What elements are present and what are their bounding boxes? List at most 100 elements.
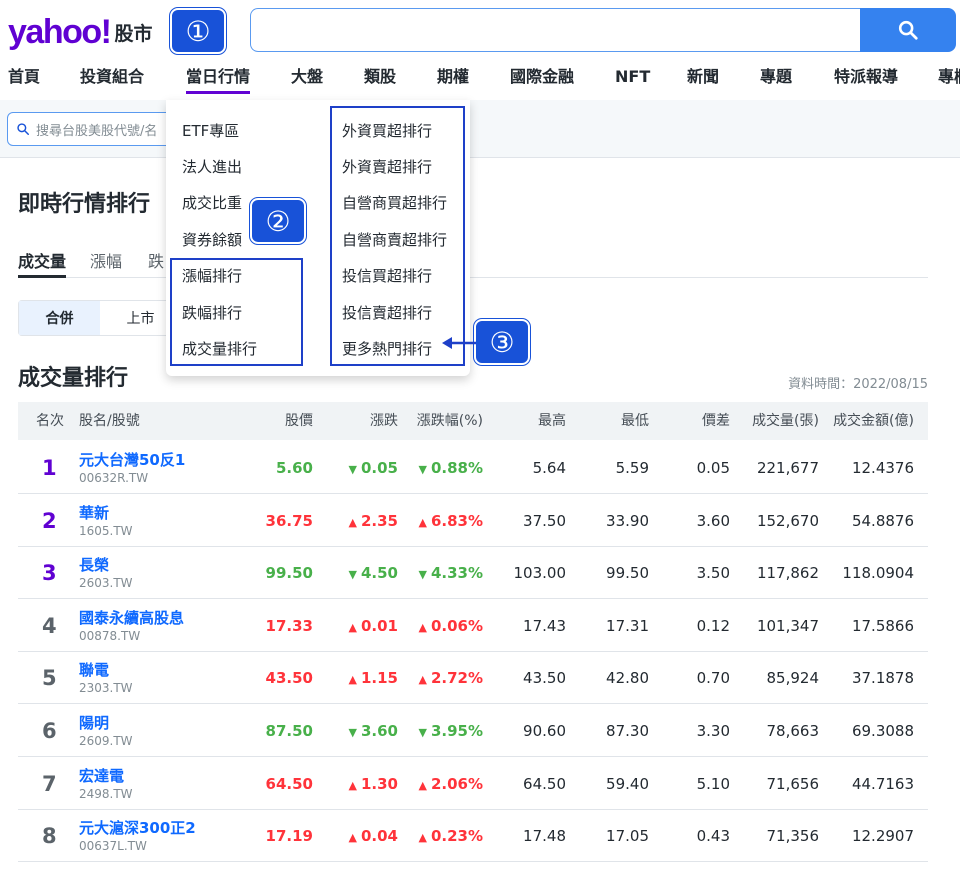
triangle-up-icon: ▲ xyxy=(348,515,357,529)
price-spread: 3.50 xyxy=(696,564,730,583)
stock-name-link[interactable]: 元大滬深300正2 xyxy=(79,817,196,838)
nav-special-reports[interactable]: 特派報導 xyxy=(834,62,898,92)
stock-name-link[interactable]: 長榮 xyxy=(79,554,109,575)
price-change-pct: ▲ 2.72% xyxy=(418,652,483,706)
nav-home[interactable]: 首頁 xyxy=(8,62,40,92)
th-name: 股名/股號 xyxy=(79,413,140,429)
nav-nft[interactable]: NFT xyxy=(615,62,650,92)
price-change: ▼ 3.60 xyxy=(349,705,398,759)
price-spread: 5.10 xyxy=(696,774,730,793)
price-spread: 0.43 xyxy=(696,827,730,846)
price-change-pct-value: 3.95% xyxy=(430,722,483,740)
tab-gainers[interactable]: 漲幅 xyxy=(90,248,122,272)
menu-item-trade-share[interactable]: 成交比重 xyxy=(182,192,242,213)
trade-volume: 78,663 xyxy=(766,722,820,740)
table-row[interactable]: 5 聯電 2303.TW 43.50 ▲ 1.15 ▲ 2.72% 43.50 42.80 0.70… xyxy=(18,652,928,706)
table-row[interactable]: 7 宏達電 2498.TW 64.50 ▲ 1.30 ▲ 2.06% 64.50 59.40 5.1… xyxy=(18,758,928,810)
annotation-badge-1: ① xyxy=(170,8,226,54)
table-row[interactable]: 4 國泰永續高股息 00878.TW 17.33 ▲ 0.01 ▲ 0.06% 17.43 17.… xyxy=(18,600,928,652)
highlight-box-hot-rankings xyxy=(330,106,465,366)
high-price: 43.50 xyxy=(523,669,566,688)
price-change-pct: ▲ 6.83% xyxy=(418,495,483,549)
stock-name-link[interactable]: 聯電 xyxy=(79,659,109,680)
th-price[interactable]: 股價 xyxy=(285,402,313,440)
tab-volume[interactable]: 成交量 xyxy=(18,248,66,272)
rank-number: 8 xyxy=(42,824,57,849)
stock-name-link[interactable]: 華新 xyxy=(79,502,109,523)
table-row[interactable]: 6 陽明 2609.TW 87.50 ▼ 3.60 ▼ 3.95% 90.60 87.30 3.30… xyxy=(18,705,928,757)
menu-item-institutional[interactable]: 法人進出 xyxy=(182,156,242,177)
th-high[interactable]: 最高 xyxy=(538,402,566,440)
trade-amount: 54.8876 xyxy=(851,511,914,530)
price-change-value: 1.15 xyxy=(360,669,398,688)
stock-name-link[interactable]: 國泰永續高股息 xyxy=(79,607,184,628)
stock-name-link[interactable]: 元大台灣50反1 xyxy=(79,449,185,470)
price-change-pct-value: 0.88% xyxy=(430,459,483,477)
table-row[interactable]: 2 華新 1605.TW 36.75 ▲ 2.35 ▲ 6.83% 37.50 33.90 3.60… xyxy=(18,495,928,547)
low-price: 59.40 xyxy=(606,774,649,793)
stock-price: 64.50 xyxy=(265,774,313,793)
table-header: 名次 股名/股號 股價 漲跌 漲跌幅(%) 最高 最低 價差 成交量(張) 成交… xyxy=(18,402,928,440)
low-price: 99.50 xyxy=(606,564,649,583)
market-segment-control: 合併 上市 xyxy=(18,300,182,336)
table-row[interactable]: 3 長榮 2603.TW 99.50 ▼ 4.50 ▼ 4.33% 103.00 99.50 3.5… xyxy=(18,547,928,601)
triangle-down-icon: ▼ xyxy=(418,463,427,476)
menu-item-margin[interactable]: 資券餘額 xyxy=(182,229,242,250)
table-row[interactable]: 8 元大滬深300正2 00637L.TW 17.19 ▲ 0.04 ▲ 0.23% 17.48… xyxy=(18,810,928,864)
table-row[interactable]: 1 元大台灣50反1 00632R.TW 5.60 ▼ 0.05 ▼ 0.88% 5.64 5.5… xyxy=(18,442,928,494)
yahoo-logo[interactable]: yahoo! 股市 xyxy=(8,12,152,52)
trade-volume: 71,356 xyxy=(766,827,820,846)
triangle-down-icon: ▼ xyxy=(418,568,427,582)
search-input[interactable] xyxy=(250,8,860,52)
segment-combined[interactable]: 合併 xyxy=(19,301,100,335)
price-spread: 3.60 xyxy=(696,511,730,530)
nav-columns[interactable]: 專欄 xyxy=(938,62,960,92)
stock-name-link[interactable]: 陽明 xyxy=(79,712,109,733)
rank-number: 4 xyxy=(42,613,57,638)
nav-options[interactable]: 期權 xyxy=(437,62,469,92)
price-change-pct: ▼ 4.33% xyxy=(418,547,483,601)
trade-amount: 12.2907 xyxy=(851,827,914,846)
search-icon xyxy=(898,20,918,40)
nav-index[interactable]: 大盤 xyxy=(291,62,323,92)
tab-losers[interactable]: 跌 xyxy=(148,248,164,272)
trade-volume: 101,347 xyxy=(756,616,819,635)
nav-daily-market[interactable]: 當日行情 xyxy=(186,62,250,92)
nav-portfolio[interactable]: 投資組合 xyxy=(80,62,144,92)
price-change-pct: ▲ 0.23% xyxy=(418,810,483,864)
triangle-up-icon: ▲ xyxy=(348,673,357,687)
rank-number: 7 xyxy=(42,771,57,796)
th-low[interactable]: 最低 xyxy=(621,402,649,440)
stock-price: 43.50 xyxy=(265,669,313,688)
nav-sectors[interactable]: 類股 xyxy=(364,62,396,92)
triangle-up-icon: ▲ xyxy=(348,620,357,634)
price-change-value: 1.30 xyxy=(360,774,398,793)
triangle-down-icon: ▼ xyxy=(348,463,357,476)
price-change-pct-value: 0.06% xyxy=(430,616,483,635)
price-change-pct-value: 2.06% xyxy=(430,774,483,793)
stock-code: 00632R.TW xyxy=(79,471,149,485)
search-icon xyxy=(17,123,29,135)
stock-code: 2303.TW xyxy=(79,681,133,696)
search-button[interactable] xyxy=(860,8,956,52)
th-change[interactable]: 漲跌 xyxy=(370,402,398,440)
nav-topics[interactable]: 專題 xyxy=(760,62,792,92)
annotation-badge-3: ③ xyxy=(474,319,530,365)
price-spread: 0.05 xyxy=(696,459,730,477)
price-change: ▲ 1.30 xyxy=(349,758,398,812)
th-volume[interactable]: 成交量(張) xyxy=(752,402,819,440)
th-change-pct[interactable]: 漲跌幅(%) xyxy=(417,402,483,440)
triangle-up-icon: ▲ xyxy=(418,673,427,687)
stock-price: 17.19 xyxy=(265,827,313,846)
price-change-pct-value: 4.33% xyxy=(430,564,483,583)
nav-intl-finance[interactable]: 國際金融 xyxy=(510,62,574,92)
stock-name-link[interactable]: 宏達電 xyxy=(79,765,124,786)
menu-item-etf[interactable]: ETF專區 xyxy=(182,120,239,141)
th-spread[interactable]: 價差 xyxy=(702,402,730,440)
nav-news[interactable]: 新聞 xyxy=(687,62,719,92)
price-change-pct-value: 0.23% xyxy=(430,827,483,846)
tabs-divider xyxy=(18,277,928,278)
th-amount[interactable]: 成交金額(億) xyxy=(833,402,914,440)
high-price: 17.43 xyxy=(523,616,566,635)
rank-number: 1 xyxy=(42,456,57,480)
